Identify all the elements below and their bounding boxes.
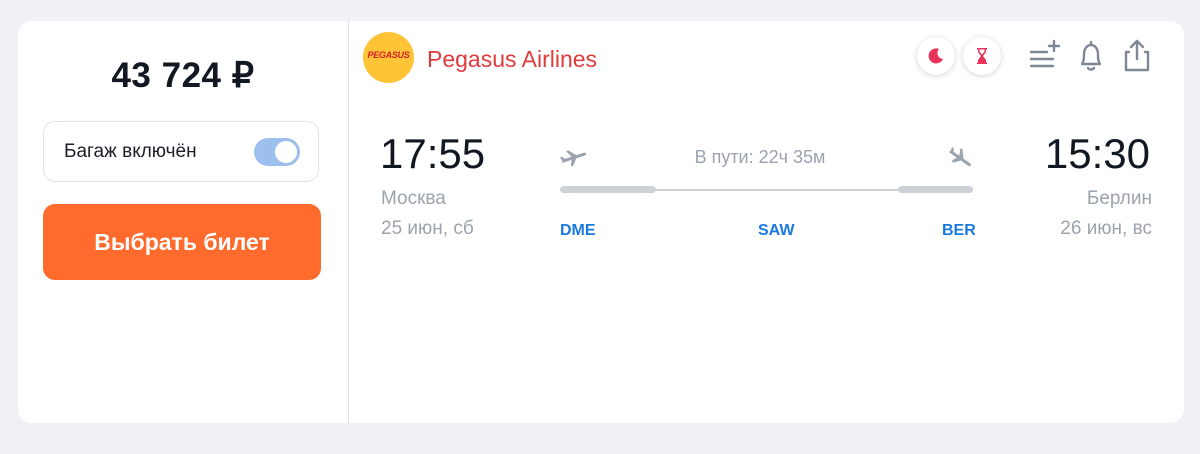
airline-name: Pegasus Airlines <box>427 46 598 72</box>
ticket-card: 43 724 ₽ Багаж включён Выбрать билет <box>18 21 1184 423</box>
arrival-date: 26 июн, вс <box>1060 218 1152 239</box>
departure-airport: DME <box>560 222 596 239</box>
departure-city: Москва <box>381 188 446 209</box>
route-segment-departure <box>560 186 656 193</box>
add-to-list-icon[interactable] <box>1027 38 1063 74</box>
transfer-airport: SAW <box>758 222 795 239</box>
departure-time: 17:55 <box>380 130 486 177</box>
moon-icon[interactable] <box>917 37 955 75</box>
landing-plane-icon <box>945 147 975 176</box>
baggage-label: Багаж включён <box>64 141 197 162</box>
arrival-airport: BER <box>942 222 976 239</box>
column-divider <box>348 21 349 423</box>
toggle-knob <box>275 141 297 163</box>
ticket-price: 43 724 ₽ <box>111 56 255 95</box>
hourglass-icon[interactable] <box>963 37 1001 75</box>
takeoff-plane-icon <box>559 147 589 174</box>
price-panel: 43 724 ₽ Багаж включён Выбрать билет <box>18 21 348 423</box>
airline-logo: PEGASUS <box>363 32 414 83</box>
route-line-transfer <box>656 189 898 191</box>
route-segment-arrival <box>898 186 973 193</box>
departure-date: 25 июн, сб <box>381 218 474 239</box>
bell-icon[interactable] <box>1073 38 1109 74</box>
flight-duration: В пути: 22ч 35м <box>694 147 826 167</box>
arrival-time: 15:30 <box>1044 130 1150 177</box>
select-ticket-button[interactable]: Выбрать билет <box>43 204 321 280</box>
share-icon[interactable] <box>1119 38 1155 74</box>
airline-logo-text: PEGASUS <box>367 50 410 60</box>
baggage-toggle[interactable] <box>254 138 300 166</box>
arrival-city: Берлин <box>1086 188 1152 209</box>
baggage-option[interactable]: Багаж включён <box>43 121 319 182</box>
